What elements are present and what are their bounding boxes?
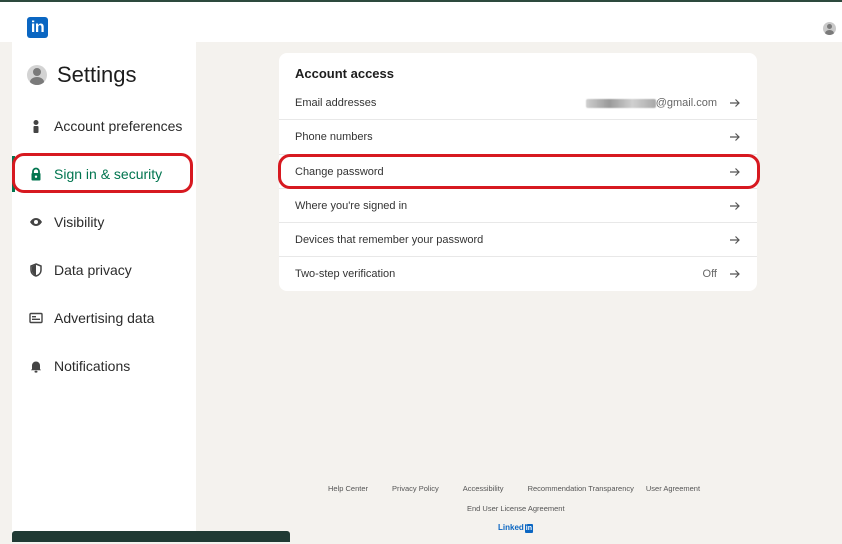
arrow-right-icon <box>730 133 740 141</box>
row-label: Change password <box>295 166 384 178</box>
row-label: Phone numbers <box>295 131 373 143</box>
footer-brand-text: Linked <box>498 523 524 532</box>
sidebar-item-sign-in-security[interactable]: Sign in & security <box>12 156 196 192</box>
row-label: Email addresses <box>295 97 377 109</box>
row-devices-remember-password[interactable]: Devices that remember your password <box>279 223 757 257</box>
footer-link-accessibility[interactable]: Accessibility <box>463 484 504 493</box>
footer-linkedin-logo: Linked in <box>498 523 534 533</box>
sidebar-item-label: Advertising data <box>54 310 155 326</box>
arrow-right-icon <box>730 270 740 278</box>
sidebar-item-advertising-data[interactable]: Advertising data <box>12 300 196 336</box>
person-icon <box>33 120 39 133</box>
eye-icon <box>30 218 42 226</box>
email-domain: @gmail.com <box>655 97 717 109</box>
sidebar-item-data-privacy[interactable]: Data privacy <box>12 252 196 288</box>
arrow-right-icon <box>730 236 740 244</box>
sidebar-item-visibility[interactable]: Visibility <box>12 204 196 240</box>
row-where-signed-in[interactable]: Where you're signed in <box>279 189 757 223</box>
two-step-status: Off <box>702 268 717 280</box>
truncated-bottom-banner <box>12 531 290 542</box>
footer-link-help-center[interactable]: Help Center <box>328 484 368 493</box>
row-change-password[interactable]: Change password <box>279 155 757 189</box>
lock-icon <box>31 167 41 181</box>
row-phone-numbers[interactable]: Phone numbers <box>279 120 757 154</box>
footer-link-eula[interactable]: End User License Agreement <box>467 504 565 513</box>
row-label: Where you're signed in <box>295 200 408 212</box>
footer-link-privacy-policy[interactable]: Privacy Policy <box>392 484 439 493</box>
card-title: Account access <box>295 66 394 81</box>
row-label: Devices that remember your password <box>295 234 484 246</box>
linkedin-logo[interactable]: in <box>27 17 48 38</box>
sidebar-item-label: Data privacy <box>54 262 132 278</box>
row-email-addresses[interactable]: Email addresses @gmail.com <box>279 86 757 120</box>
sidebar-item-notifications[interactable]: Notifications <box>12 348 196 384</box>
redacted-email-blur <box>585 98 656 108</box>
footer-link-recommendation-transparency[interactable]: Recommendation Transparency <box>528 484 634 493</box>
sidebar-item-label: Notifications <box>54 358 131 374</box>
sidebar-item-label: Account preferences <box>54 118 183 134</box>
row-two-step-verification[interactable]: Two-step verification Off <box>279 257 757 291</box>
footer-link-user-agreement[interactable]: User Agreement <box>646 484 700 493</box>
arrow-right-icon <box>730 168 740 176</box>
arrow-right-icon <box>730 202 740 210</box>
shield-icon <box>30 263 42 277</box>
row-label: Two-step verification <box>295 268 396 280</box>
sidebar-item-label: Sign in & security <box>54 166 163 182</box>
email-value: @gmail.com <box>585 97 717 109</box>
top-navigation-bar: in <box>0 0 842 42</box>
footer-links: Help Center Privacy Policy Accessibility… <box>328 484 724 493</box>
user-avatar-icon <box>27 65 47 85</box>
bell-icon <box>31 361 41 373</box>
sidebar-item-account-preferences[interactable]: Account preferences <box>12 108 196 144</box>
profile-avatar-icon[interactable] <box>823 22 836 35</box>
footer-brand-box: in <box>524 524 534 533</box>
sidebar-item-label: Visibility <box>54 214 105 230</box>
arrow-right-icon <box>730 99 740 107</box>
ad-card-icon <box>29 312 43 324</box>
settings-sidebar: Settings Account preferences Sign in & s… <box>12 42 196 542</box>
account-access-card: Account access Email addresses @gmail.co… <box>279 53 757 291</box>
settings-title: Settings <box>57 62 137 87</box>
